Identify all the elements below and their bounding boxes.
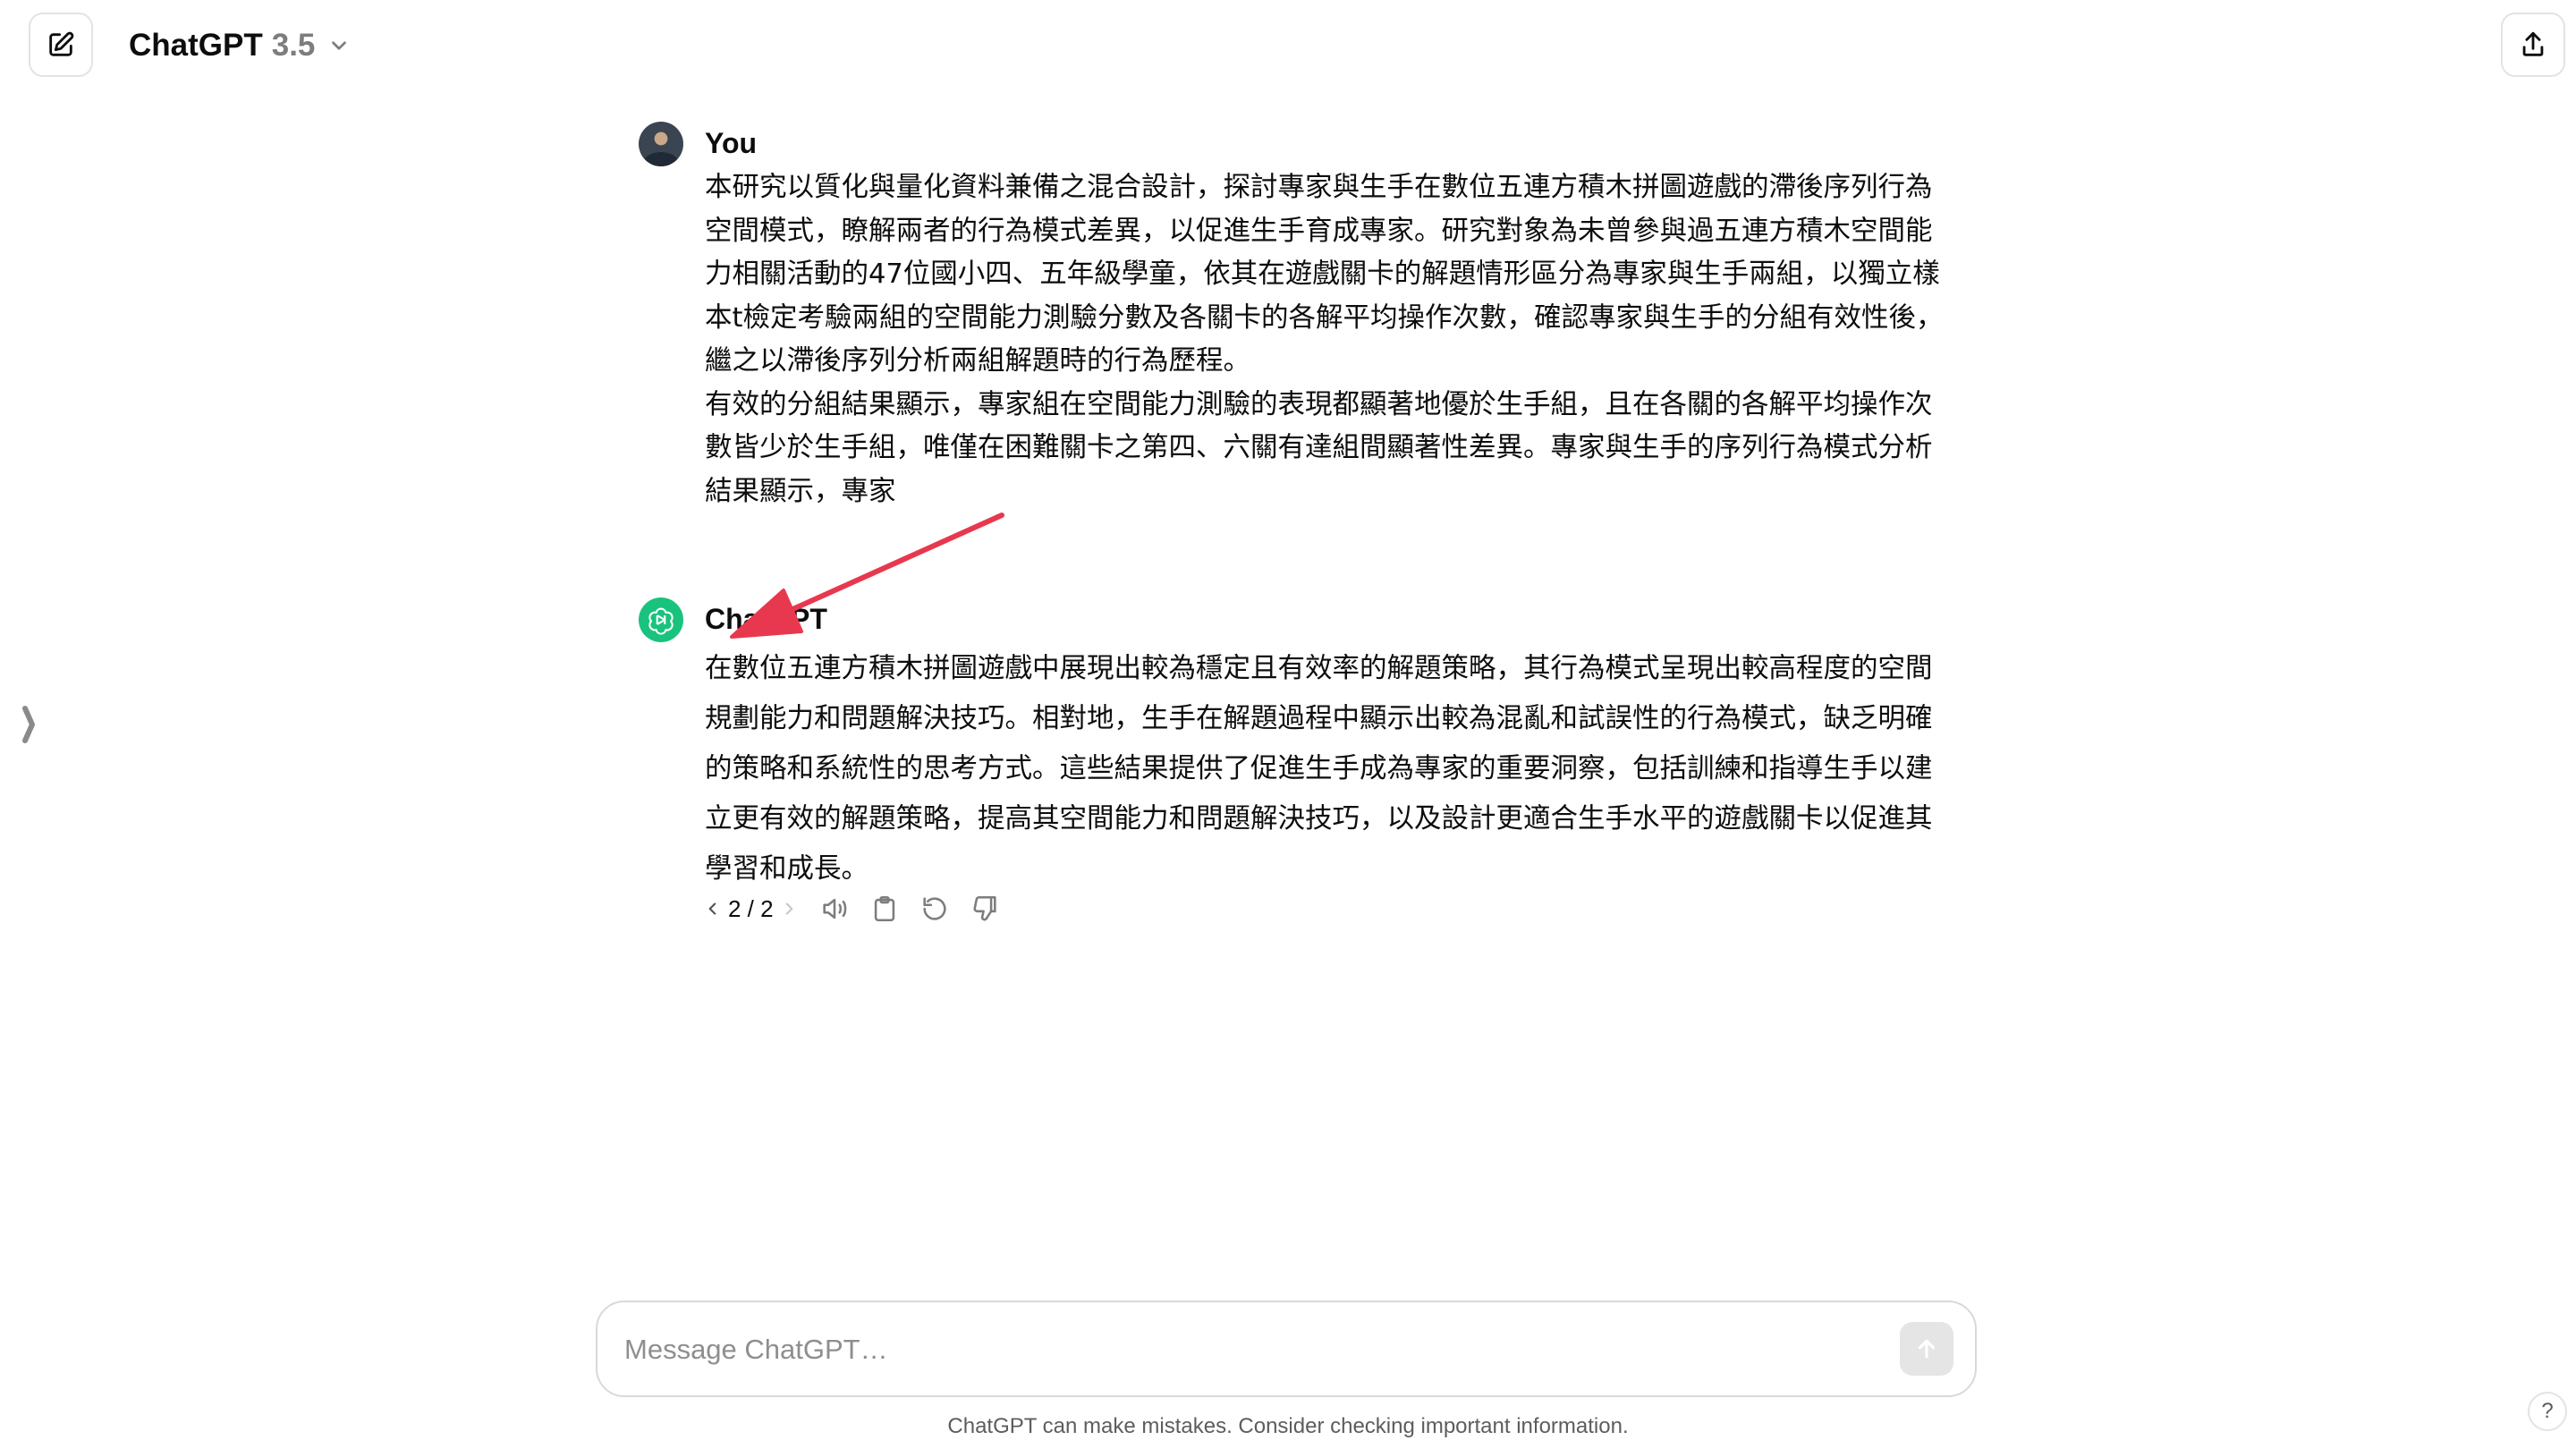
copy-button[interactable] — [867, 891, 902, 927]
share-icon — [2522, 31, 2544, 56]
message-author: ChatGPT — [705, 603, 827, 635]
assistant-message: ChatGPT 在數位五連方積木拼圖遊戲中展現出較為穩定且有效率的解題策略，其行… — [639, 597, 1945, 946]
thumbs-down-button[interactable] — [967, 891, 1003, 927]
share-button[interactable] — [2501, 13, 2565, 77]
copy-icon — [874, 895, 894, 922]
regenerate-icon — [922, 897, 946, 920]
read-aloud-icon — [822, 898, 846, 919]
message-paragraph: 有效的分組結果顯示，專家組在空間能力測驗的表現都顯著地優於生手組，且在各關的各解… — [705, 388, 1933, 507]
user-message-text: 本研究以質化與量化資料兼備之混合設計，探討專家與生手在數位五連方積木拼圖遊戲的滯… — [705, 166, 1945, 513]
arrow-up-icon — [1918, 1339, 1936, 1359]
chevron-left-icon[interactable] — [705, 899, 721, 919]
compose-icon — [49, 31, 74, 56]
user-message: You 本研究以質化與量化資料兼備之混合設計，探討專家與生手在數位五連方積木拼圖… — [639, 122, 1945, 515]
openai-logo-icon — [648, 607, 674, 635]
message-input[interactable] — [624, 1326, 1859, 1374]
read-aloud-button[interactable] — [817, 891, 852, 927]
user-avatar — [639, 122, 683, 166]
message-composer — [596, 1301, 1977, 1397]
disclaimer-text: ChatGPT can make mistakes. Consider chec… — [947, 1414, 1629, 1438]
new-chat-button[interactable] — [29, 13, 93, 77]
sidebar-toggle[interactable] — [16, 703, 41, 746]
message-paragraph: 本研究以質化與量化資料兼備之混合設計，探討專家與生手在數位五連方積木拼圖遊戲的滯… — [705, 172, 1944, 377]
regenerate-button[interactable] — [917, 891, 953, 927]
message-actions: 2 / 2 — [705, 891, 1017, 927]
chevron-right-icon[interactable] — [781, 899, 797, 919]
chatgpt-avatar — [639, 597, 683, 642]
response-count: 2 / 2 — [728, 894, 774, 922]
model-name: ChatGPT — [129, 28, 263, 63]
send-button[interactable] — [1900, 1322, 1953, 1376]
message-author: You — [705, 127, 758, 159]
model-version: 3.5 — [271, 28, 316, 63]
chevron-down-icon — [332, 41, 347, 50]
model-switcher[interactable]: ChatGPT 3.5 — [129, 23, 351, 68]
thumbs-down-icon — [973, 895, 996, 921]
assistant-message-text: 在數位五連方積木拼圖遊戲中展現出較為穩定且有效率的解題策略，其行為模式呈現出較高… — [705, 653, 1933, 885]
chevron-right-icon — [22, 706, 35, 743]
help-button[interactable]: ? — [2528, 1392, 2567, 1431]
response-pager: 2 / 2 — [705, 895, 797, 923]
